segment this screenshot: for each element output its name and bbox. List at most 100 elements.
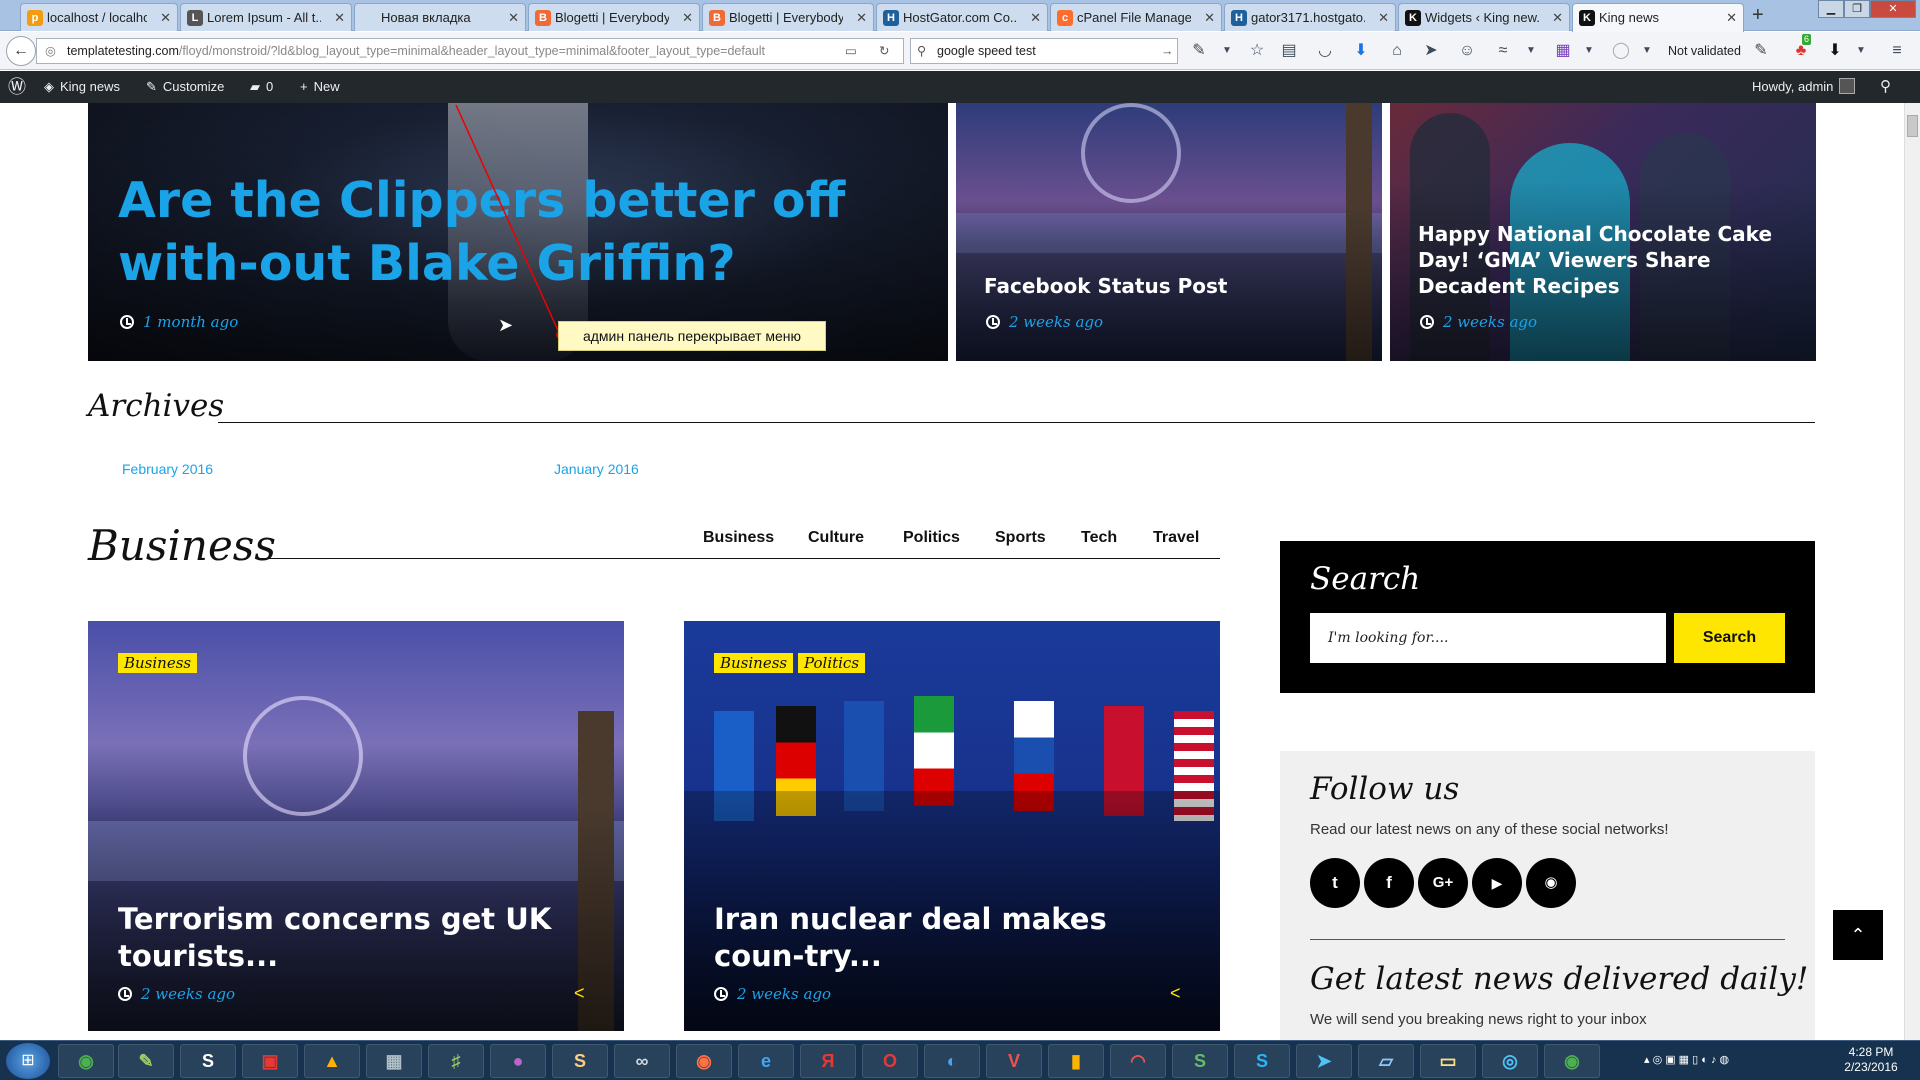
app-24-icon[interactable]: ◎ — [1482, 1044, 1538, 1078]
browser-tab[interactable]: H HostGator.com Co... ✕ — [876, 3, 1048, 31]
archive-link[interactable]: January 2016 — [554, 461, 639, 477]
clipboard-icon[interactable]: ▤ — [1278, 40, 1300, 62]
glasses-icon[interactable]: ∞ — [614, 1044, 670, 1078]
youtube-icon[interactable]: ▶ — [1472, 858, 1522, 908]
category-tab-politics[interactable]: Politics — [903, 529, 960, 547]
download-arrow-icon[interactable]: ⬇ — [1824, 40, 1846, 62]
hero-post-title[interactable]: Facebook Status Post — [984, 273, 1364, 299]
pocket-icon[interactable]: ◡ — [1314, 40, 1336, 62]
close-tab-icon[interactable]: ✕ — [1030, 4, 1041, 31]
share-icon[interactable]: < — [574, 983, 585, 1004]
business-post-card[interactable]: Business Terrorism concerns get UK touri… — [88, 621, 624, 1031]
hero-post-title[interactable]: Happy National Chocolate Cake Day! ‘GMA’… — [1418, 221, 1798, 299]
account-menu[interactable]: Howdy, admin — [1752, 71, 1856, 103]
firefox-icon[interactable]: ◉ — [676, 1044, 732, 1078]
yandex-icon[interactable]: Я — [800, 1044, 856, 1078]
category-badge[interactable]: Business — [714, 653, 794, 673]
site-name-link[interactable]: ◈ King news — [44, 71, 120, 103]
browser-tab[interactable]: c cPanel File Manage... ✕ — [1050, 3, 1222, 31]
page-scrollbar[interactable] — [1904, 103, 1920, 1040]
category-badge[interactable]: Politics — [798, 653, 866, 673]
notepad-icon[interactable]: ✎ — [118, 1044, 174, 1078]
apps-grid-icon[interactable]: ▦ — [1552, 40, 1574, 62]
start-button[interactable]: ⊞ — [6, 1043, 50, 1079]
chrome-icon[interactable]: ◉ — [1544, 1044, 1600, 1078]
browser-tab[interactable]: p localhost / localhos...✕ — [20, 3, 178, 31]
vivaldi-icon[interactable]: V — [986, 1044, 1042, 1078]
aimp-icon[interactable]: ▲ — [304, 1044, 360, 1078]
skype-icon[interactable]: S — [1234, 1044, 1290, 1078]
internet-explorer-icon[interactable]: e — [738, 1044, 794, 1078]
chrome-icon[interactable]: ◉ — [58, 1044, 114, 1078]
twitter-icon[interactable]: t — [1310, 858, 1360, 908]
category-tab-culture[interactable]: Culture — [808, 529, 864, 547]
go-arrow-icon[interactable]: → — [1161, 39, 1174, 63]
addon-icon[interactable]: ♣ 6 — [1790, 34, 1812, 62]
dropdown-arrow-icon[interactable]: ▼ — [1216, 40, 1238, 62]
telegram-icon[interactable]: ➤ — [1296, 1044, 1352, 1078]
app-icon[interactable]: ▮ — [1048, 1044, 1104, 1078]
anydesk-icon[interactable]: ◠ — [1110, 1044, 1166, 1078]
browser-tab[interactable]: B Blogetti | Everybody... ✕ — [702, 3, 874, 31]
note-icon[interactable]: ✎ — [1188, 40, 1210, 62]
category-tab-tech[interactable]: Tech — [1081, 529, 1117, 547]
close-tab-icon[interactable]: ✕ — [508, 4, 519, 31]
page-info-icon[interactable]: ◎ — [45, 39, 56, 63]
chat-icon[interactable]: ☺ — [1456, 40, 1478, 62]
close-tab-icon[interactable]: ✕ — [1204, 4, 1215, 31]
dropdown-arrow-icon[interactable]: ▼ — [1850, 40, 1872, 62]
share-icon[interactable]: < — [1170, 983, 1181, 1004]
menu-hamburger-icon[interactable]: ≡ — [1886, 40, 1908, 62]
reader-view-icon[interactable]: ▭ — [845, 39, 857, 63]
reload-icon[interactable]: ↻ — [879, 39, 889, 63]
calculator-icon[interactable]: ▦ — [366, 1044, 422, 1078]
new-content-link[interactable]: + New — [300, 71, 340, 103]
home-icon[interactable]: ⌂ — [1386, 40, 1408, 62]
category-tab-business[interactable]: Business — [703, 529, 774, 547]
close-tab-icon[interactable]: ✕ — [1378, 4, 1389, 31]
facebook-icon[interactable]: f — [1364, 858, 1414, 908]
search-input[interactable]: ⚲ google speed test → — [910, 38, 1178, 64]
dropdown-arrow-icon[interactable]: ▼ — [1578, 40, 1600, 62]
opera-icon[interactable]: O — [862, 1044, 918, 1078]
hero-post-card[interactable]: Happy National Chocolate Cake Day! ‘GMA’… — [1390, 103, 1816, 361]
close-tab-icon[interactable]: ✕ — [1552, 4, 1563, 31]
address-bar[interactable]: ◎ templatetesting.com/floyd/monstroid/?l… — [36, 38, 904, 64]
hero-post-card[interactable]: Facebook Status Post 2 weeks ago — [956, 103, 1382, 361]
browser-tab-active[interactable]: K King news ✕ — [1572, 3, 1744, 32]
media-player-icon[interactable]: ● — [490, 1044, 546, 1078]
google-plus-icon[interactable]: G+ — [1418, 858, 1468, 908]
phpstorm-icon[interactable]: ♯ — [428, 1044, 484, 1078]
back-to-top-button[interactable]: ⌃ — [1833, 910, 1883, 960]
sublime-icon[interactable]: S — [552, 1044, 608, 1078]
scrollbar-thumb[interactable] — [1907, 115, 1918, 137]
edit-icon[interactable]: ✎ — [1750, 40, 1772, 62]
app-window-icon[interactable]: ▱ — [1358, 1044, 1414, 1078]
post-title[interactable]: Iran nuclear deal makes coun-try... — [714, 901, 1194, 975]
customize-link[interactable]: ✎ Customize — [146, 71, 224, 103]
new-tab-button[interactable]: + — [1752, 4, 1764, 27]
browser-tab[interactable]: H gator3171.hostgato... ✕ — [1224, 3, 1396, 31]
translate-icon[interactable]: ≈ — [1492, 40, 1514, 62]
browser-tab[interactable]: K Widgets ‹ King new... ✕ — [1398, 3, 1570, 31]
wordpress-logo-icon[interactable]: Ⓦ — [8, 71, 26, 103]
validator-icon[interactable]: ◯ — [1610, 40, 1632, 62]
file-explorer-icon[interactable]: ▭ — [1420, 1044, 1476, 1078]
minimize-window-button[interactable]: ▁ — [1818, 0, 1844, 18]
search-icon[interactable]: ⚲ — [1880, 71, 1891, 103]
search-input[interactable]: I'm looking for.... — [1310, 613, 1666, 663]
send-icon[interactable]: ➤ — [1420, 40, 1442, 62]
business-post-card[interactable]: Business Politics Iran nuclear deal make… — [684, 621, 1220, 1031]
close-tab-icon[interactable]: ✕ — [160, 4, 171, 31]
rss-icon[interactable]: ◉ — [1526, 858, 1576, 908]
floppy-icon[interactable]: ▣ — [242, 1044, 298, 1078]
close-tab-icon[interactable]: ✕ — [856, 4, 867, 31]
download-icon[interactable]: ⬇ — [1350, 40, 1372, 62]
category-badge[interactable]: Business — [118, 653, 198, 673]
category-tab-travel[interactable]: Travel — [1153, 529, 1199, 547]
browser-tab[interactable]: Новая вкладка ✕ — [354, 3, 526, 31]
dropdown-arrow-icon[interactable]: ▼ — [1636, 40, 1658, 62]
browser-icon[interactable]: ◐ — [924, 1044, 980, 1078]
back-button[interactable]: ← — [6, 36, 36, 66]
browser-tab[interactable]: L Lorem Ipsum - All t... ✕ — [180, 3, 352, 31]
